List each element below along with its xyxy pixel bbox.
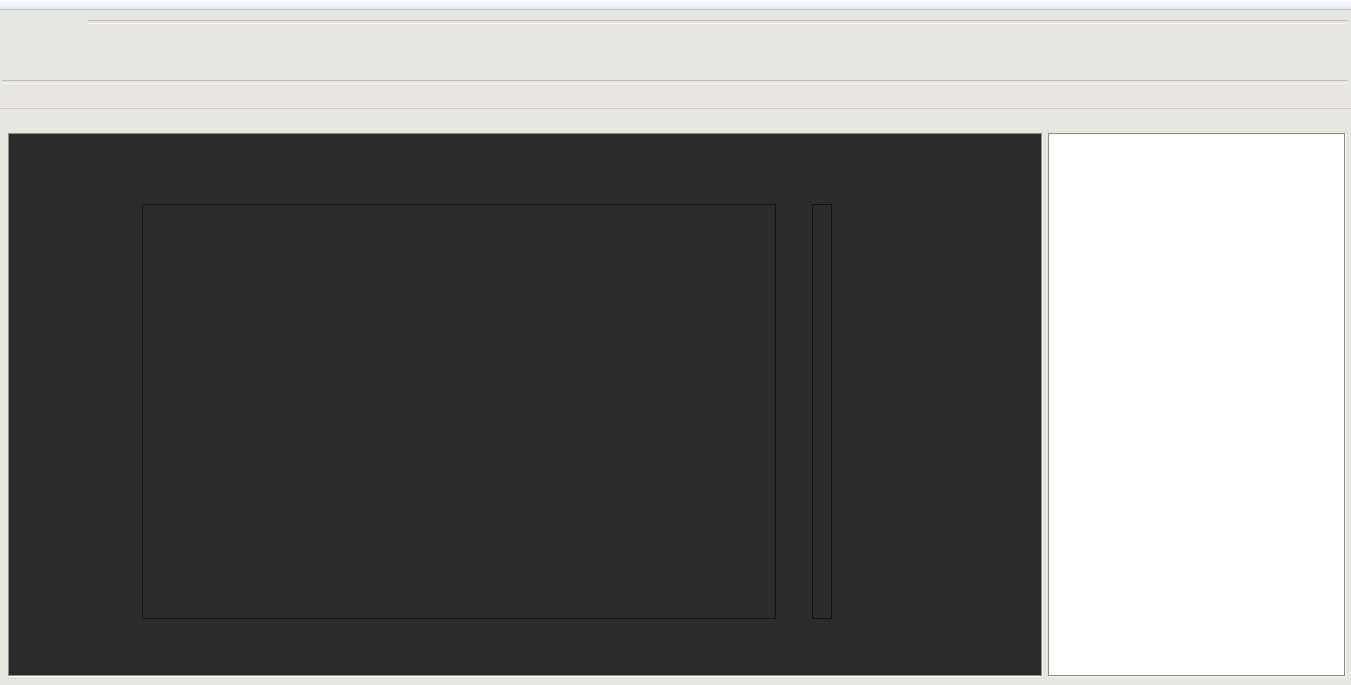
detected-targets-panel: [1048, 133, 1345, 676]
range-doppler-plot-panel: [8, 133, 1042, 676]
range-doppler-heatmap: [142, 204, 776, 619]
radar-app-window: [0, 0, 1351, 685]
groupbox-border: [2, 80, 1348, 84]
colorbar: [812, 204, 832, 619]
menu-bar: [0, 0, 1351, 10]
groupbox-border: [88, 20, 1348, 24]
tab-baseline: [0, 108, 1351, 109]
